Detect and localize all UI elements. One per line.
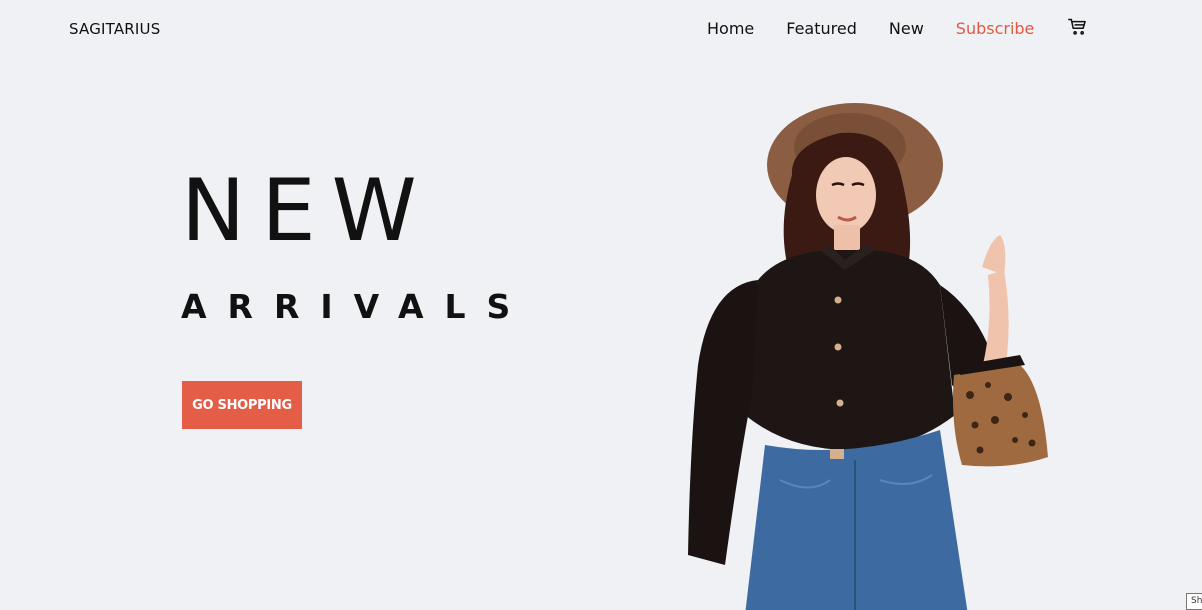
hero-title: NEW — [181, 161, 433, 261]
nav-subscribe[interactable]: Subscribe — [956, 18, 1035, 40]
main-nav: Home Featured New Subscribe — [707, 18, 1088, 40]
model-image — [688, 103, 1048, 610]
brand-logo[interactable]: SAGITARIUS — [69, 20, 160, 38]
hero-subtitle: ARRIVALS — [181, 287, 532, 326]
cart-icon[interactable] — [1068, 17, 1088, 37]
nav-featured[interactable]: Featured — [786, 18, 857, 40]
nav-home[interactable]: Home — [707, 18, 754, 40]
nav-new[interactable]: New — [889, 18, 924, 40]
corner-tab[interactable]: Sh — [1186, 593, 1202, 610]
landing-page: SAGITARIUS Home Featured New Subscribe N… — [0, 0, 1202, 610]
go-shopping-button[interactable]: GO SHOPPING — [182, 381, 302, 429]
